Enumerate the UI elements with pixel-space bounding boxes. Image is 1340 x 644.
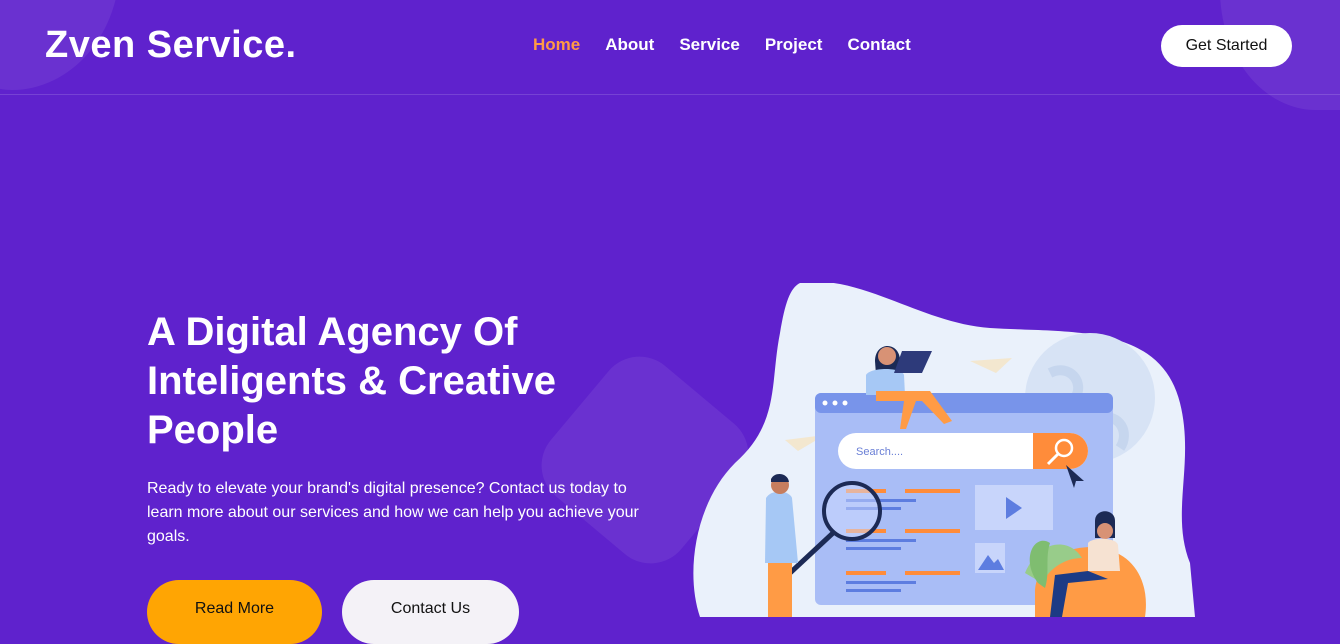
hero-illustration: Search.... bbox=[690, 283, 1200, 617]
site-header: Zven Service. Home About Service Project… bbox=[0, 0, 1340, 95]
contact-us-button[interactable]: Contact Us bbox=[342, 580, 519, 644]
logo[interactable]: Zven Service. bbox=[45, 24, 297, 67]
digital-agency-illustration bbox=[693, 283, 1195, 617]
nav-project[interactable]: Project bbox=[765, 35, 823, 55]
nav-about[interactable]: About bbox=[605, 35, 654, 55]
nav-contact[interactable]: Contact bbox=[847, 35, 910, 55]
get-started-button[interactable]: Get Started bbox=[1161, 25, 1292, 67]
hero-title-line-2: Inteligents & Creative bbox=[147, 359, 557, 403]
read-more-button[interactable]: Read More bbox=[147, 580, 322, 644]
hero-title-line-1: A Digital Agency Of bbox=[147, 310, 518, 354]
nav-service[interactable]: Service bbox=[679, 35, 740, 55]
hero-title-line-3: People bbox=[147, 408, 279, 452]
illustration-search-placeholder: Search.... bbox=[856, 446, 904, 458]
hero-title: A Digital Agency Of Inteligents & Creati… bbox=[147, 308, 607, 455]
main-nav: Home About Service Project Contact bbox=[533, 35, 911, 55]
hero-description: Ready to elevate your brand's digital pr… bbox=[147, 480, 639, 545]
nav-home[interactable]: Home bbox=[533, 35, 580, 55]
